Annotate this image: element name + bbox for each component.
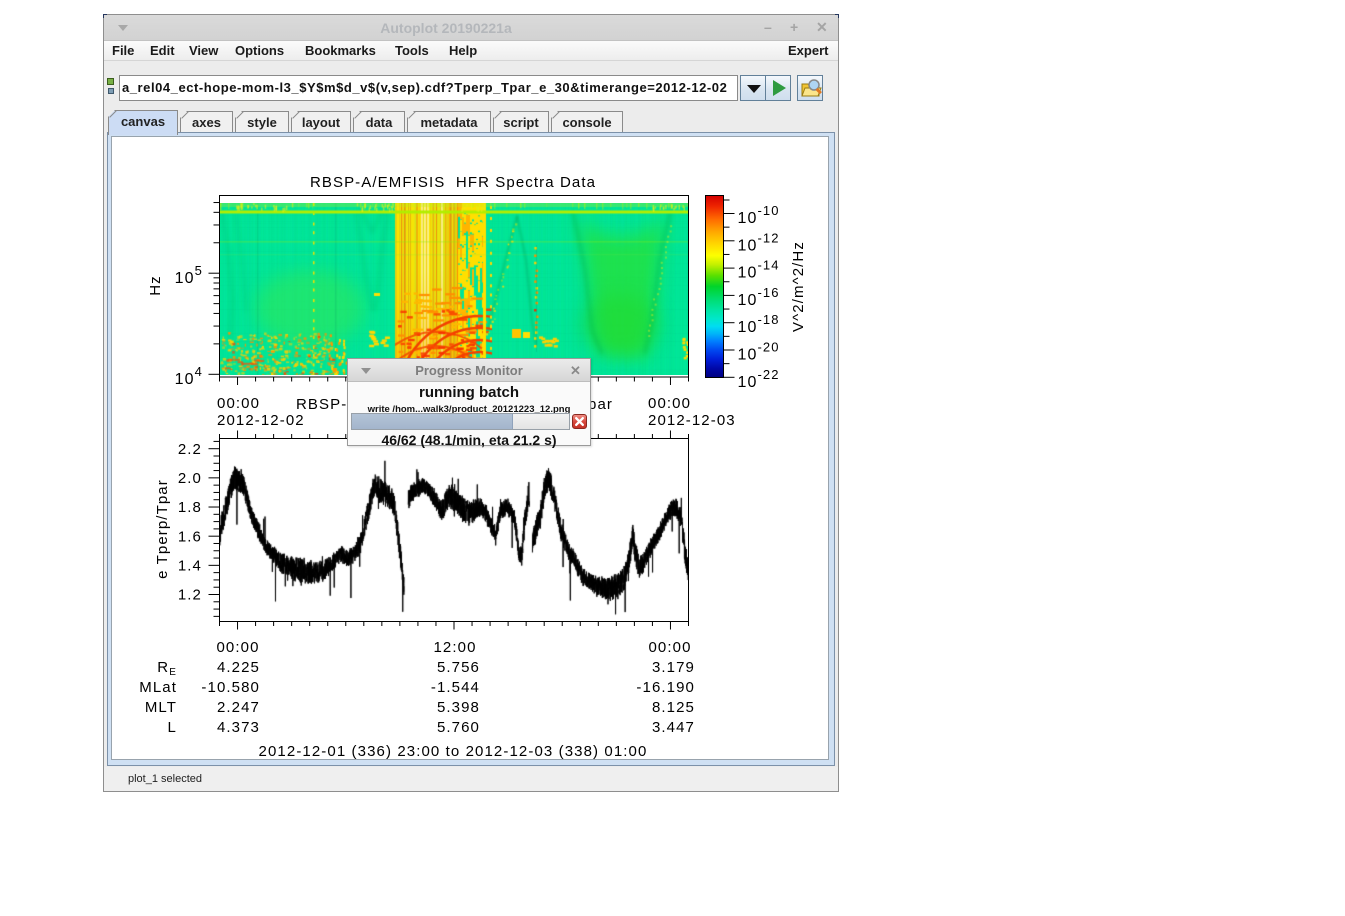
svg-text:10-22: 10-22 [738,367,780,391]
svg-text:-1.544: -1.544 [431,679,480,696]
svg-text:RBSP-A/EMFISIS HFR Spectra Da: RBSP-A/EMFISIS HFR Spectra Data [310,174,596,191]
svg-text:10-20: 10-20 [738,340,780,364]
svg-text:1.6: 1.6 [178,528,202,545]
svg-text:2012-12-03: 2012-12-03 [648,412,736,429]
svg-text:00:00: 00:00 [648,639,691,656]
svg-text:MLat: MLat [139,679,177,696]
svg-text:00:00: 00:00 [216,639,259,656]
svg-text:-10.580: -10.580 [201,679,260,696]
svg-text:10-12: 10-12 [738,230,780,254]
svg-text:Hz: Hz [147,275,164,296]
svg-text:10-18: 10-18 [738,312,780,336]
svg-text:RE: RE [157,659,177,678]
svg-text:2.0: 2.0 [178,470,202,487]
svg-text:5.760: 5.760 [437,719,480,736]
svg-text:5.398: 5.398 [437,699,480,716]
svg-text:00:00: 00:00 [648,395,691,412]
svg-text:2.2: 2.2 [178,441,202,458]
svg-text:12:00: 12:00 [433,639,476,656]
svg-text:104: 104 [175,364,203,388]
svg-text:10-14: 10-14 [738,258,780,282]
svg-text:2.247: 2.247 [217,699,260,716]
svg-text:2012-12-01 (336) 23:00 to 2012: 2012-12-01 (336) 23:00 to 2012-12-03 (33… [259,743,648,760]
svg-text:-16.190: -16.190 [636,679,695,696]
svg-text:10-16: 10-16 [738,285,780,309]
svg-text:105: 105 [175,263,203,287]
svg-text:10-10: 10-10 [738,203,780,227]
svg-text:1.8: 1.8 [178,499,202,516]
svg-text:00:00: 00:00 [217,395,260,412]
svg-text:4.373: 4.373 [217,719,260,736]
svg-text:V^2/m^2/Hz: V^2/m^2/Hz [790,241,807,332]
svg-text:MLT: MLT [145,699,177,716]
svg-text:8.125: 8.125 [652,699,695,716]
svg-text:1.2: 1.2 [178,587,202,604]
svg-text:5.756: 5.756 [437,659,480,676]
svg-text:1.4: 1.4 [178,558,202,575]
svg-text:4.225: 4.225 [217,659,260,676]
svg-text:2012-12-02: 2012-12-02 [217,412,305,429]
svg-text:L: L [168,719,177,736]
svg-text:3.447: 3.447 [652,719,695,736]
svg-text:e Tperp/Tpar: e Tperp/Tpar [154,479,171,579]
svg-text:3.179: 3.179 [652,659,695,676]
